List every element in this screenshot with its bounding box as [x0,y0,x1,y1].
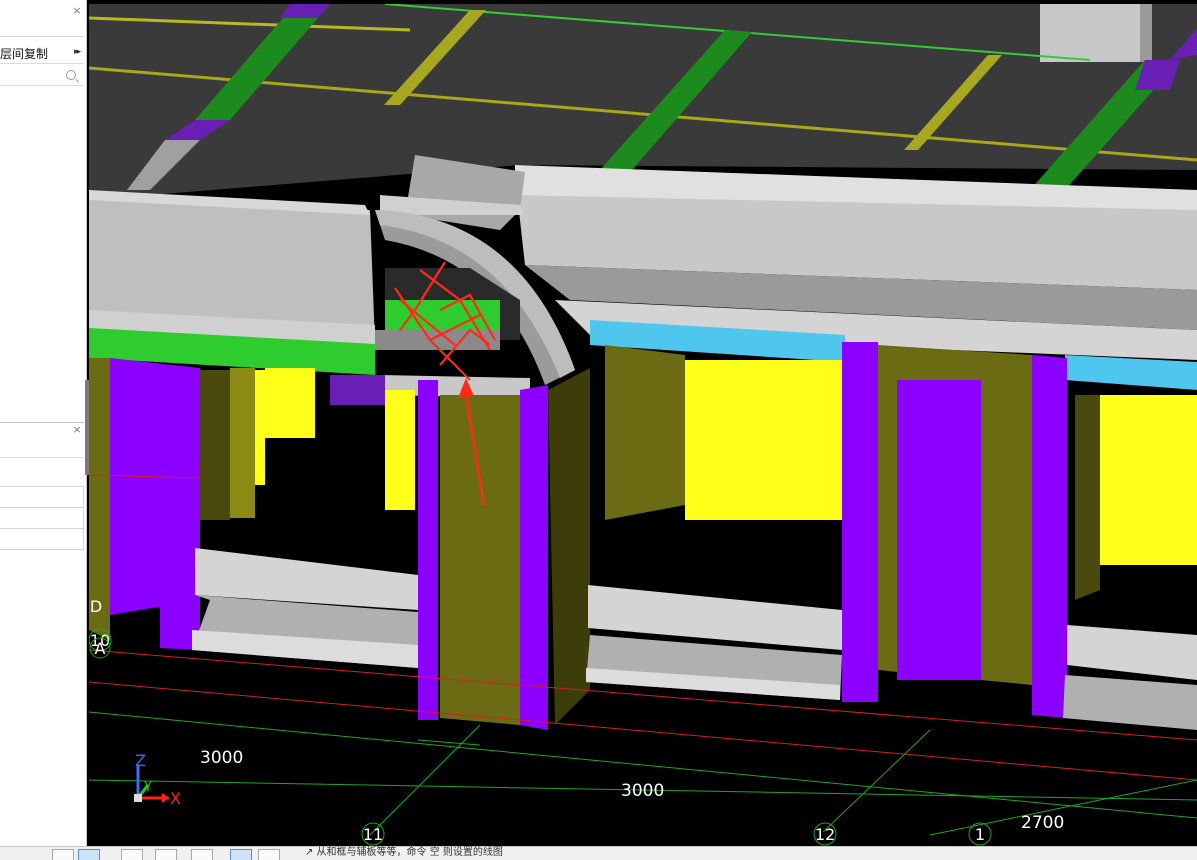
yellow-wall [255,370,265,485]
yellow-wall [265,368,315,438]
command-row[interactable]: 层间复制 ▸▸ [0,38,84,64]
z-axis-label: Z [135,751,146,770]
bottom-toolbar: ↗ 从和框与辅板等等，命令 空 则设置的线图 [0,846,1197,860]
rect-tool-icon[interactable] [191,849,213,860]
purple-column [842,342,878,702]
3d-viewport[interactable]: 11 12 1 10 A D 3000 3000 2700 Z Y X [89,4,1197,846]
dimension-label: 2700 [1021,813,1064,833]
properties-close-icon[interactable]: × [72,424,82,435]
purple-wall [330,375,385,405]
purple-column [520,385,548,730]
dimension-label: 3000 [621,781,664,801]
yellow-wall [685,360,845,520]
status-hint: ↗ 从和框与辅板等等，命令 空 则设置的线图 [305,847,503,858]
purple-column [418,380,438,720]
window-select-icon[interactable] [78,849,100,860]
axis-bubble-label: 12 [815,825,835,844]
axis-bubble-label: A [95,639,106,658]
cross-select-icon[interactable] [121,849,143,860]
olive-wall [605,345,685,520]
property-row[interactable] [0,528,84,550]
y-axis-label: Y [143,780,152,795]
left-dock-panel: × 层间复制 ▸▸ × [0,0,87,846]
purple-column [1032,355,1067,718]
search-row[interactable] [0,64,84,86]
save-view-icon[interactable] [230,849,252,860]
x-axis-label: X [170,789,181,808]
upper-beam-side [1140,4,1152,62]
select-tool-icon[interactable] [52,849,74,860]
angle-tool-icon[interactable] [258,849,280,860]
panel-close-icon[interactable]: × [72,5,82,16]
yellow-wall [385,390,415,510]
axis-bubble-label: 1 [975,825,985,844]
purple-column [110,358,200,615]
properties-header [0,435,84,458]
yellow-wall [1100,395,1197,565]
floor-copy-command[interactable]: 层间复制 [0,45,48,62]
expand-chevron-icon[interactable]: ▸▸ [74,47,81,57]
olive-wall-side [1075,395,1100,600]
dimension-label: 3000 [200,748,243,768]
axis-bubble-label: D [90,597,102,616]
panel-header-row [0,16,84,37]
model-canvas[interactable]: 11 12 1 10 A D 3000 3000 2700 Z Y X [89,4,1197,846]
panel-divider [0,419,84,423]
olive-column-face [440,395,520,725]
axis-bubble-label: 11 [363,825,383,844]
olive-wall [230,368,255,518]
property-row[interactable] [0,486,84,508]
property-row[interactable] [0,507,84,529]
purple-column [897,380,981,680]
line-tool-icon[interactable] [155,849,177,860]
search-icon[interactable] [66,70,76,80]
upper-beam [1040,4,1152,62]
olive-column-side [548,368,590,725]
olive-wall-side [200,370,230,520]
